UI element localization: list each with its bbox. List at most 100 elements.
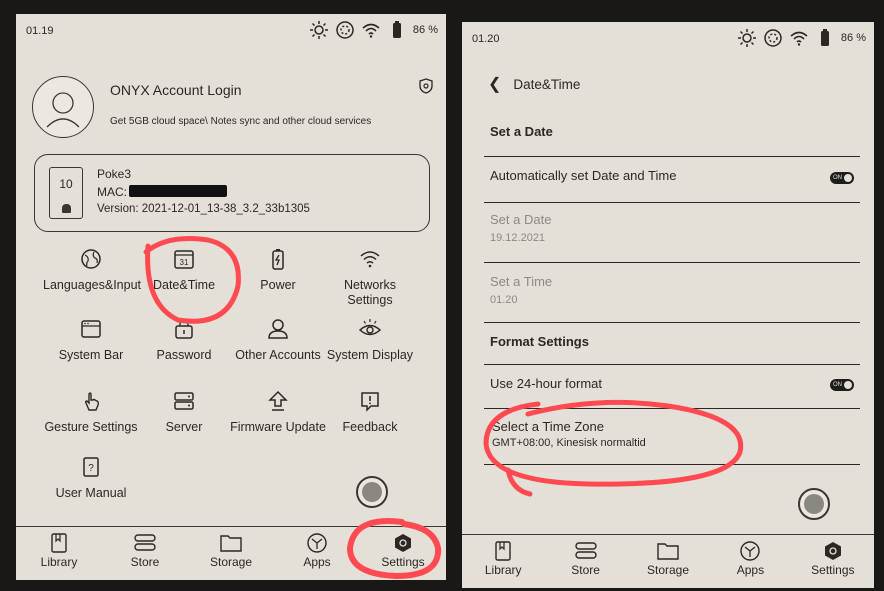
- nav-storage[interactable]: Storage: [188, 527, 274, 580]
- setting-label: Firmware Update: [230, 420, 326, 434]
- library-icon: [495, 541, 511, 561]
- avatar: [32, 76, 94, 138]
- setting-datetime[interactable]: 31 Date&Time: [136, 248, 232, 293]
- toggle-state: ON: [833, 382, 842, 388]
- divider: [484, 408, 860, 409]
- setting-gesture[interactable]: Gesture Settings: [43, 390, 139, 435]
- calendar-day: 31: [180, 258, 189, 267]
- setting-other-accounts[interactable]: Other Accounts: [230, 318, 326, 363]
- store-icon: [574, 542, 597, 559]
- page-header: ❮ Date&Time: [488, 74, 580, 94]
- wifi-status-icon[interactable]: [789, 28, 809, 48]
- bottom-navigation: Library Store Storage Apps Settings: [16, 526, 446, 580]
- nav-label: Library: [40, 555, 78, 569]
- divider: [484, 156, 860, 157]
- setting-user-manual[interactable]: ? User Manual: [43, 456, 139, 501]
- battery-status-icon: [392, 21, 401, 38]
- device-info-card[interactable]: 10 Poke3 MAC: Version: 2021-12-01_13-38_…: [34, 154, 430, 232]
- hand-icon: [84, 392, 100, 411]
- shield-icon[interactable]: [418, 78, 434, 94]
- use-24-hour-toggle[interactable]: ON: [830, 379, 854, 391]
- nav-label: Store: [571, 563, 600, 577]
- mac-label: MAC:: [97, 185, 127, 199]
- toggle-state: ON: [833, 175, 842, 181]
- tablet-icon: 10: [49, 167, 83, 219]
- manual-icon: ?: [83, 457, 99, 477]
- nav-label: Storage: [647, 563, 690, 577]
- nav-settings[interactable]: Settings: [792, 535, 874, 588]
- setting-label: Networks Settings: [343, 278, 397, 307]
- account-title: ONYX Account Login: [110, 82, 242, 98]
- brightness-icon[interactable]: [309, 20, 329, 40]
- nav-settings[interactable]: Settings: [360, 527, 446, 580]
- nav-label: Library: [484, 563, 522, 577]
- setting-label: System Bar: [58, 348, 124, 362]
- nav-store[interactable]: Store: [102, 527, 188, 580]
- setting-system-display[interactable]: System Display: [322, 318, 418, 363]
- divider: [484, 364, 860, 365]
- setting-label: Date&Time: [152, 278, 216, 292]
- folder-icon: [657, 543, 679, 560]
- nav-storage[interactable]: Storage: [627, 535, 709, 588]
- svg-text:?: ?: [88, 463, 94, 474]
- time-zone-value: GMT+08:00, Kinesisk normaltid: [492, 437, 646, 449]
- setting-system-bar[interactable]: System Bar: [43, 318, 139, 363]
- setting-label: Feedback: [342, 420, 398, 434]
- nav-label: Apps: [303, 555, 331, 569]
- wifi-status-icon[interactable]: [361, 20, 381, 40]
- setting-password[interactable]: Password: [136, 318, 232, 363]
- brightness-icon[interactable]: [737, 28, 757, 48]
- nav-library[interactable]: Library: [462, 535, 544, 588]
- auto-date-time-toggle[interactable]: ON: [830, 172, 854, 184]
- lock-icon: [175, 320, 193, 339]
- setting-networks[interactable]: Networks Settings: [322, 248, 418, 308]
- setting-power[interactable]: Power: [230, 248, 326, 293]
- divider: [484, 202, 860, 203]
- refresh-mode-icon[interactable]: [335, 20, 355, 40]
- status-bar: 01.20 86 %: [462, 22, 874, 56]
- setting-languages[interactable]: Languages&Input: [43, 248, 141, 293]
- format-section-title: Format Settings: [490, 334, 589, 349]
- onyx-account-login[interactable]: ONYX Account Login Get 5GB cloud space\ …: [30, 72, 434, 144]
- settings-screen: 01.19 86 % ONYX Account Login Get 5GB cl…: [16, 14, 446, 580]
- setting-feedback[interactable]: Feedback: [322, 390, 418, 435]
- folder-icon: [220, 535, 242, 552]
- setting-label: Power: [260, 278, 296, 292]
- battery-percent: 86 %: [840, 32, 866, 44]
- nav-store[interactable]: Store: [544, 535, 626, 588]
- refresh-mode-icon[interactable]: [763, 28, 783, 48]
- device-version: Version: 2021-12-01_13-38_3.2_33b1305: [97, 203, 310, 215]
- setting-firmware-update[interactable]: Firmware Update: [230, 390, 326, 435]
- setting-server[interactable]: Server: [136, 390, 232, 435]
- device-name: Poke3: [97, 167, 132, 181]
- android-icon: [62, 204, 71, 213]
- user-avatar-icon: [46, 92, 80, 128]
- divider: [484, 464, 860, 465]
- person-icon: [268, 319, 288, 339]
- eye-icon: [359, 319, 381, 336]
- apps-icon: [740, 541, 761, 561]
- window-icon: [81, 320, 101, 338]
- battery-icon: [272, 249, 284, 270]
- settings-icon: [824, 542, 841, 560]
- feedback-icon: [361, 392, 379, 412]
- status-time: 01.20: [472, 33, 500, 45]
- back-arrow-icon[interactable]: ❮: [488, 74, 501, 94]
- server-icon: [174, 392, 194, 410]
- nav-label: Apps: [736, 563, 765, 577]
- nav-apps[interactable]: Apps: [709, 535, 791, 588]
- wifi-icon: [360, 251, 380, 268]
- globe-icon: [81, 249, 101, 269]
- nav-apps[interactable]: Apps: [274, 527, 360, 580]
- status-bar: 01.19 86 %: [16, 14, 446, 48]
- nav-label: Storage: [209, 555, 253, 569]
- setting-label: Password: [156, 348, 212, 362]
- apps-icon: [307, 533, 327, 553]
- page-title: Date&Time: [513, 76, 581, 92]
- nav-library[interactable]: Library: [16, 527, 102, 580]
- setting-label: Server: [165, 420, 203, 434]
- floating-nav-ball[interactable]: [798, 488, 830, 520]
- floating-nav-ball[interactable]: [356, 476, 388, 508]
- set-date-value: 19.12.2021: [490, 232, 546, 244]
- setting-label: Other Accounts: [235, 348, 321, 362]
